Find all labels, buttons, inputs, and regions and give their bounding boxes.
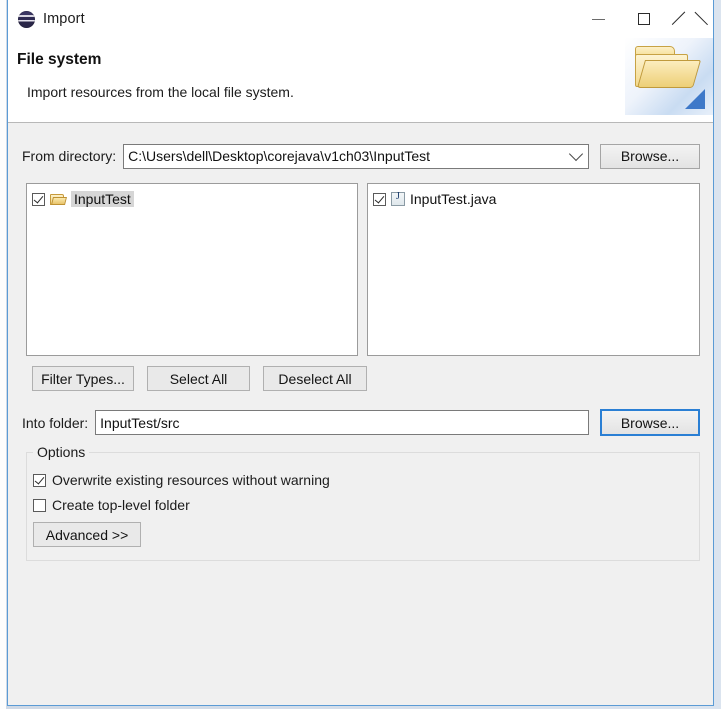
dialog-header: File system Import resources from the lo… — [8, 38, 713, 123]
minimize-button[interactable] — [575, 0, 621, 38]
into-folder-row: Into folder: InputTest/src Browse... — [22, 409, 700, 436]
minimize-icon — [591, 18, 605, 20]
chevron-down-icon[interactable] — [568, 146, 584, 162]
overwrite-option-label: Overwrite existing resources without war… — [52, 472, 330, 488]
options-group: Options Overwrite existing resources wit… — [26, 444, 700, 561]
from-directory-label: From directory: — [22, 148, 117, 164]
create-top-level-folder-option-row[interactable]: Create top-level folder — [33, 497, 190, 513]
checkbox-icon[interactable] — [373, 192, 386, 206]
tree-row[interactable]: InputTest — [27, 189, 357, 209]
close-button[interactable] — [667, 0, 713, 38]
maximize-icon — [638, 13, 650, 25]
screenshot-root: Import File system Import resources from… — [0, 0, 721, 709]
into-folder-label: Into folder: — [22, 414, 89, 431]
page-title: File system — [17, 51, 102, 68]
window-controls — [575, 0, 713, 38]
folder-front-shape — [636, 60, 702, 88]
titlebar-left: Import — [8, 10, 85, 28]
close-icon — [683, 12, 697, 26]
into-folder-input[interactable]: InputTest/src — [95, 410, 589, 435]
from-directory-combo[interactable]: C:\Users\dell\Desktop\corejava\v1ch03\In… — [123, 143, 589, 169]
dialog-body: From directory: C:\Users\dell\Desktop\co… — [8, 123, 713, 705]
deselect-all-button[interactable]: Deselect All — [263, 366, 367, 391]
from-directory-row: From directory: C:\Users\dell\Desktop\co… — [22, 143, 700, 169]
from-directory-value: C:\Users\dell\Desktop\corejava\v1ch03\In… — [128, 148, 431, 164]
header-banner — [625, 38, 713, 115]
page-description: Import resources from the local file sys… — [27, 84, 294, 100]
eclipse-icon — [18, 10, 35, 28]
filter-types-button[interactable]: Filter Types... — [32, 366, 134, 391]
checkbox-icon[interactable] — [33, 498, 46, 512]
advanced-button[interactable]: Advanced >> — [33, 522, 141, 547]
tree-item-label: InputTest — [71, 191, 134, 207]
options-legend: Options — [33, 444, 90, 460]
import-dialog: Import File system Import resources from… — [7, 0, 714, 706]
file-list-panel[interactable]: InputTest.java — [367, 183, 700, 356]
checkbox-icon[interactable] — [32, 192, 45, 206]
selection-button-group: Filter Types... Select All Deselect All — [32, 366, 367, 391]
create-top-level-folder-label: Create top-level folder — [52, 497, 190, 513]
overwrite-option-row[interactable]: Overwrite existing resources without war… — [33, 472, 330, 488]
checkbox-icon[interactable] — [33, 473, 46, 487]
banner-triangle-icon — [685, 89, 705, 109]
into-folder-browse-button[interactable]: Browse... — [600, 409, 700, 436]
maximize-button[interactable] — [621, 0, 667, 38]
java-file-icon — [391, 191, 405, 206]
file-item-label: InputTest.java — [410, 191, 497, 207]
dialog-titlebar: Import — [8, 0, 713, 39]
window-title: Import — [43, 11, 85, 27]
list-item[interactable]: InputTest.java — [368, 189, 699, 209]
source-tree-panel[interactable]: InputTest — [26, 183, 358, 356]
folder-import-banner-icon — [633, 46, 702, 94]
folder-icon — [50, 193, 66, 206]
from-directory-browse-button[interactable]: Browse... — [600, 143, 700, 169]
select-all-button[interactable]: Select All — [147, 366, 250, 391]
